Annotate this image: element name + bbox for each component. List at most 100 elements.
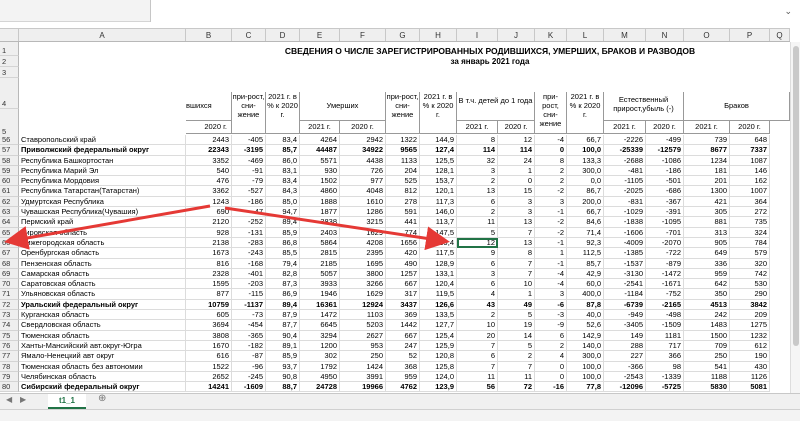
value-cell[interactable]: 3800 bbox=[340, 268, 386, 280]
row-number[interactable]: 58 bbox=[0, 155, 19, 166]
value-cell[interactable]: 2 bbox=[498, 351, 535, 362]
value-cell[interactable]: 114 bbox=[457, 145, 498, 156]
column-header-p[interactable]: P bbox=[730, 29, 770, 41]
value-cell[interactable]: 90,8 bbox=[266, 371, 300, 383]
value-cell[interactable]: 1200 bbox=[300, 340, 340, 352]
value-cell[interactable]: 8677 bbox=[684, 145, 730, 156]
value-cell[interactable]: 953 bbox=[340, 340, 386, 352]
value-cell[interactable]: 43 bbox=[457, 299, 498, 311]
header-born-growth[interactable]: при-рост, сни-жение bbox=[232, 92, 266, 134]
value-cell[interactable]: 84,6 bbox=[567, 217, 604, 228]
row-number[interactable]: 71 bbox=[0, 289, 19, 300]
value-cell[interactable]: 4762 bbox=[386, 382, 420, 393]
value-cell[interactable]: 877 bbox=[186, 289, 232, 300]
value-cell[interactable]: 119,5 bbox=[420, 289, 457, 300]
value-cell[interactable]: 928 bbox=[186, 227, 232, 238]
row-number[interactable]: 77 bbox=[0, 351, 19, 362]
value-cell[interactable]: 709 bbox=[684, 340, 730, 352]
column-header-g[interactable]: G bbox=[386, 29, 420, 41]
header-born-2020[interactable]: 2020 г. bbox=[186, 121, 232, 134]
row-number[interactable]: 57 bbox=[0, 145, 19, 156]
value-cell[interactable]: -1086 bbox=[646, 155, 684, 166]
column-header-i[interactable]: I bbox=[457, 29, 498, 41]
value-cell[interactable]: 7 bbox=[498, 227, 535, 238]
value-cell[interactable]: 430 bbox=[730, 361, 770, 372]
value-cell[interactable]: 959 bbox=[684, 268, 730, 280]
region-name-cell[interactable]: Свердловская область bbox=[19, 320, 186, 331]
value-cell[interactable]: 133,5 bbox=[420, 310, 457, 321]
value-cell[interactable]: 98 bbox=[646, 361, 684, 372]
region-name-cell[interactable]: Ульяновская область bbox=[19, 289, 186, 300]
value-cell[interactable]: 49 bbox=[498, 299, 535, 311]
region-name-cell[interactable]: Самарская область bbox=[19, 268, 186, 280]
region-name-cell[interactable]: Ямало-Ненецкий авт округ bbox=[19, 351, 186, 362]
value-cell[interactable]: 250 bbox=[684, 351, 730, 362]
value-cell[interactable]: -391 bbox=[646, 207, 684, 218]
value-cell[interactable]: -831 bbox=[604, 196, 646, 208]
value-cell[interactable]: 250 bbox=[340, 351, 386, 362]
value-cell[interactable]: 1232 bbox=[730, 330, 770, 341]
row-number[interactable]: 3 bbox=[0, 67, 19, 78]
value-cell[interactable]: 147,5 bbox=[420, 227, 457, 238]
value-cell[interactable]: -115 bbox=[232, 289, 266, 300]
row-number[interactable]: 80 bbox=[0, 382, 19, 393]
value-cell[interactable]: -2 bbox=[535, 217, 567, 228]
column-header-l[interactable]: L bbox=[567, 29, 604, 41]
value-cell[interactable]: -1509 bbox=[646, 320, 684, 331]
value-cell[interactable]: 317 bbox=[386, 289, 420, 300]
region-name-cell[interactable]: Удмуртская Республика bbox=[19, 196, 186, 208]
value-cell[interactable]: 22343 bbox=[186, 145, 232, 156]
value-cell[interactable]: 3991 bbox=[340, 371, 386, 383]
value-cell[interactable]: 66,7 bbox=[567, 207, 604, 218]
value-cell[interactable]: 2 bbox=[535, 165, 567, 177]
value-cell[interactable]: 4208 bbox=[340, 237, 386, 249]
value-cell[interactable]: 642 bbox=[684, 279, 730, 290]
value-cell[interactable]: 1300 bbox=[684, 186, 730, 197]
value-cell[interactable]: -91 bbox=[232, 165, 266, 177]
value-cell[interactable]: -752 bbox=[646, 289, 684, 300]
value-cell[interactable]: 13 bbox=[498, 217, 535, 228]
value-cell[interactable]: 1257 bbox=[386, 268, 420, 280]
value-cell[interactable]: 369 bbox=[386, 310, 420, 321]
value-cell[interactable]: 0 bbox=[535, 361, 567, 372]
value-cell[interactable]: 726 bbox=[340, 165, 386, 177]
value-cell[interactable]: 87,7 bbox=[266, 320, 300, 331]
value-cell[interactable]: 247 bbox=[386, 340, 420, 352]
header-marriages-2020[interactable]: 2020 г. bbox=[730, 121, 770, 134]
value-cell[interactable]: -182 bbox=[232, 340, 266, 352]
row-number[interactable]: 2 bbox=[0, 56, 19, 67]
value-cell[interactable]: 100,0 bbox=[567, 371, 604, 383]
value-cell[interactable]: 79,4 bbox=[266, 258, 300, 269]
value-cell[interactable]: 227 bbox=[604, 351, 646, 362]
value-cell[interactable]: 9 bbox=[457, 248, 498, 259]
value-cell[interactable]: -2543 bbox=[604, 371, 646, 383]
value-cell[interactable]: 6645 bbox=[300, 320, 340, 331]
value-cell[interactable]: 1 bbox=[498, 165, 535, 177]
value-cell[interactable]: 19 bbox=[498, 320, 535, 331]
region-name-cell[interactable]: Саратовская область bbox=[19, 279, 186, 290]
value-cell[interactable]: 3838 bbox=[300, 217, 340, 228]
value-cell[interactable]: -4 bbox=[535, 268, 567, 280]
value-cell[interactable]: -96 bbox=[232, 361, 266, 372]
value-cell[interactable]: 905 bbox=[684, 237, 730, 249]
row-number[interactable]: 74 bbox=[0, 320, 19, 331]
value-cell[interactable]: -1838 bbox=[604, 217, 646, 228]
row-number[interactable]: 63 bbox=[0, 207, 19, 218]
value-cell[interactable]: 366 bbox=[646, 351, 684, 362]
value-cell[interactable]: 89,1 bbox=[266, 340, 300, 352]
vertical-scrollbar[interactable] bbox=[790, 42, 800, 393]
value-cell[interactable]: -499 bbox=[646, 135, 684, 146]
value-cell[interactable]: 52 bbox=[386, 351, 420, 362]
value-cell[interactable]: 85,7 bbox=[266, 145, 300, 156]
value-cell[interactable]: 120,8 bbox=[420, 351, 457, 362]
value-cell[interactable]: 288 bbox=[604, 340, 646, 352]
region-name-cell[interactable]: Нижегородская область bbox=[19, 237, 186, 249]
value-cell[interactable]: 14241 bbox=[186, 382, 232, 393]
value-cell[interactable]: 146,0 bbox=[420, 207, 457, 218]
value-cell[interactable]: 324 bbox=[730, 227, 770, 238]
row-number[interactable]: 59 bbox=[0, 165, 19, 177]
column-header-q[interactable]: Q bbox=[770, 29, 790, 41]
value-cell[interactable]: -1095 bbox=[646, 217, 684, 228]
value-cell[interactable]: 112,5 bbox=[567, 248, 604, 259]
value-cell[interactable]: 66,7 bbox=[567, 135, 604, 146]
